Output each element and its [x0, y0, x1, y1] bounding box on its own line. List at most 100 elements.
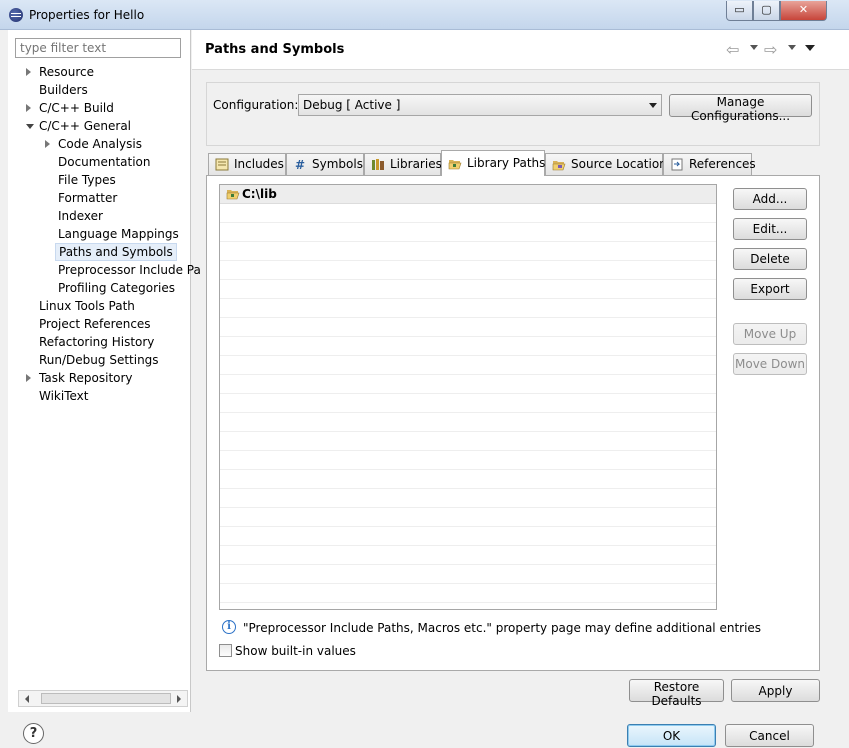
tree-item-formatter[interactable]: Formatter	[58, 189, 117, 207]
tree-item-profiling-categories[interactable]: Profiling Categories	[58, 279, 175, 297]
tree-item-language-mappings[interactable]: Language Mappings	[58, 225, 179, 243]
move-up-button[interactable]: Move Up	[733, 323, 807, 345]
page-title: Paths and Symbols	[205, 42, 345, 57]
empty-list-row	[220, 299, 716, 318]
apply-button[interactable]: Apply	[731, 679, 820, 702]
tree-item-documentation[interactable]: Documentation	[58, 153, 151, 171]
chevron-right-icon[interactable]	[26, 68, 31, 76]
empty-list-row	[220, 280, 716, 299]
tree-item-linux-tools-path[interactable]: Linux Tools Path	[39, 297, 135, 315]
empty-list-row	[220, 356, 716, 375]
tab-includes[interactable]: Includes	[208, 153, 286, 175]
ok-button[interactable]: OK	[627, 724, 716, 747]
chevron-right-icon[interactable]	[45, 140, 50, 148]
tree-item-c-c-build[interactable]: C/C++ Build	[39, 99, 114, 117]
chevron-down-icon	[649, 103, 657, 108]
empty-list-row	[220, 261, 716, 280]
empty-list-row	[220, 375, 716, 394]
eclipse-icon	[9, 8, 23, 22]
tree-item-file-types[interactable]: File Types	[58, 171, 116, 189]
library-path-text: C:\lib	[242, 187, 277, 201]
empty-list-row	[220, 223, 716, 242]
tree-item-indexer[interactable]: Indexer	[58, 207, 103, 225]
delete-button[interactable]: Delete	[733, 248, 807, 270]
close-button[interactable]: ✕	[780, 1, 827, 21]
tree-item-task-repository[interactable]: Task Repository	[39, 369, 133, 387]
back-history-dropdown-icon[interactable]	[750, 45, 758, 50]
view-menu-icon[interactable]	[805, 45, 815, 51]
empty-list-row	[220, 413, 716, 432]
property-tree-pane: ResourceBuildersC/C++ BuildC/C++ General…	[8, 30, 201, 712]
empty-list-row	[220, 451, 716, 470]
title-bar[interactable]: Properties for Hello ▭ ▢ ✕	[0, 0, 849, 30]
tab-libraries[interactable]: Libraries	[364, 153, 442, 175]
tree-item-code-analysis[interactable]: Code Analysis	[58, 135, 142, 153]
cancel-button[interactable]: Cancel	[725, 724, 814, 747]
show-builtin-label[interactable]: Show built-in values	[235, 644, 356, 658]
empty-list-row	[220, 394, 716, 413]
forward-history-dropdown-icon[interactable]	[788, 45, 796, 50]
tree-item-refactoring-history[interactable]: Refactoring History	[39, 333, 154, 351]
restore-defaults-button[interactable]: Restore Defaults	[629, 679, 724, 708]
tab-library-paths[interactable]: Library Paths	[441, 150, 545, 176]
tree-item-wikitext[interactable]: WikiText	[39, 387, 89, 405]
empty-list-row	[220, 565, 716, 584]
tab-references[interactable]: References	[663, 153, 756, 175]
tab-references-label: References	[689, 157, 756, 171]
tree-item-c-c-general[interactable]: C/C++ General	[39, 117, 131, 135]
empty-list-row	[220, 527, 716, 546]
empty-list-row	[220, 242, 716, 261]
libraries-icon	[372, 159, 384, 170]
tab-libraries-label: Libraries	[390, 157, 442, 171]
scroll-right-icon[interactable]	[177, 695, 181, 703]
chevron-down-icon[interactable]	[26, 124, 34, 129]
configuration-select[interactable]: Debug [ Active ]	[298, 94, 662, 116]
tree-item-resource[interactable]: Resource	[39, 63, 94, 81]
empty-list-row	[220, 508, 716, 527]
empty-list-row	[220, 546, 716, 565]
filter-input[interactable]	[15, 38, 181, 58]
tree-horizontal-scrollbar[interactable]	[18, 690, 188, 707]
empty-list-row	[220, 432, 716, 451]
empty-list-row	[220, 318, 716, 337]
empty-list-row	[220, 470, 716, 489]
tree-item-run-debug-settings[interactable]: Run/Debug Settings	[39, 351, 159, 369]
tab-source-location[interactable]: Source Location	[545, 153, 667, 175]
chevron-right-icon[interactable]	[26, 104, 31, 112]
properties-dialog: Properties for Hello ▭ ▢ ✕ ResourceBuild…	[0, 0, 849, 748]
export-button[interactable]: Export	[733, 278, 807, 300]
add-button[interactable]: Add...	[733, 188, 807, 210]
window-title: Properties for Hello	[29, 8, 145, 22]
library-paths-list[interactable]: C:\lib	[219, 184, 717, 610]
includes-icon	[215, 158, 229, 171]
tree-item-paths-and-symbols[interactable]: Paths and Symbols	[55, 243, 177, 261]
manage-configurations-button[interactable]: Manage Configurations...	[669, 94, 812, 123]
empty-list-row	[220, 584, 716, 603]
library-path-row[interactable]: C:\lib	[220, 185, 716, 204]
folder-open-icon	[226, 190, 240, 200]
forward-arrow-icon[interactable]: ⇨	[764, 40, 777, 59]
minimize-button[interactable]: ▭	[726, 1, 753, 21]
scroll-left-icon[interactable]	[25, 695, 29, 703]
hash-icon: #	[295, 158, 305, 171]
empty-list-row	[220, 489, 716, 508]
maximize-button[interactable]: ▢	[753, 1, 780, 21]
back-arrow-icon[interactable]: ⇦	[726, 40, 739, 59]
tree-item-project-references[interactable]: Project References	[39, 315, 151, 333]
configuration-label: Configuration:	[213, 98, 299, 112]
edit-button[interactable]: Edit...	[733, 218, 807, 240]
tab-source-location-label: Source Location	[571, 157, 667, 171]
tab-symbols[interactable]: # Symbols	[286, 153, 364, 175]
chevron-right-icon[interactable]	[26, 374, 31, 382]
help-icon[interactable]: ?	[23, 723, 44, 744]
dialog-footer	[0, 712, 849, 748]
references-icon	[671, 158, 683, 171]
info-message: "Preprocessor Include Paths, Macros etc.…	[243, 621, 762, 635]
tree-item-preprocessor-include-pa[interactable]: Preprocessor Include Pa	[58, 261, 201, 279]
scroll-thumb[interactable]	[41, 693, 171, 704]
tree-item-builders[interactable]: Builders	[39, 81, 88, 99]
tab-library-paths-label: Library Paths	[467, 156, 546, 170]
move-down-button[interactable]: Move Down	[733, 353, 807, 375]
show-builtin-checkbox[interactable]	[219, 644, 232, 657]
empty-list-row	[220, 204, 716, 223]
